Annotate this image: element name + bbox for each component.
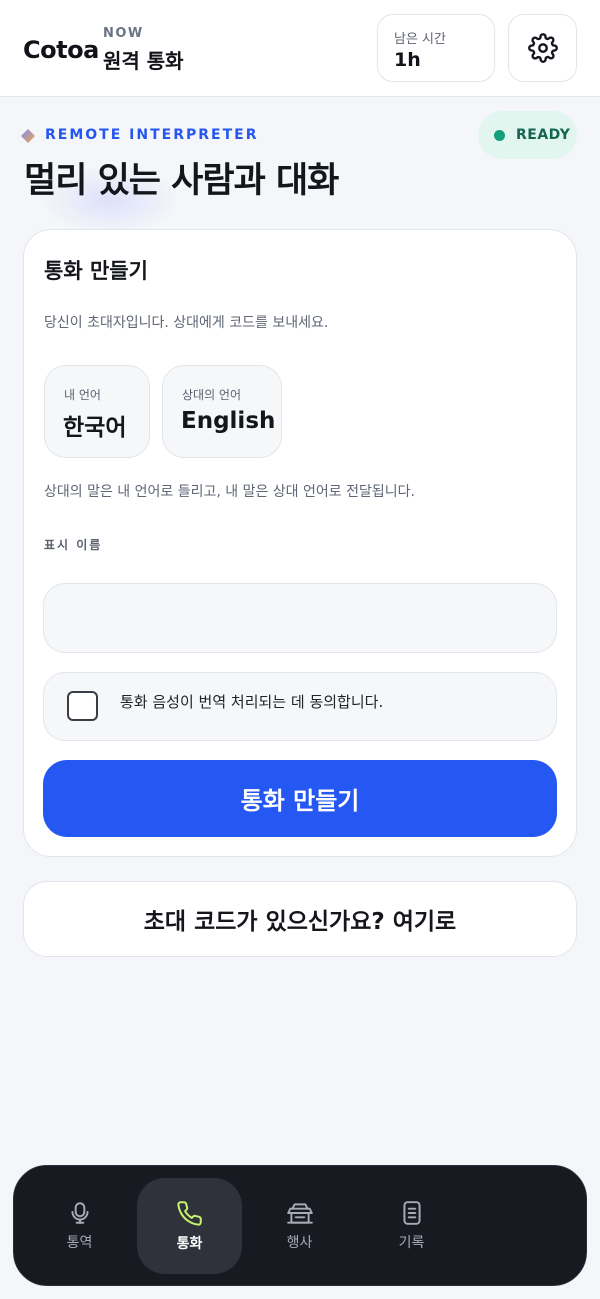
microphone-icon [70, 1202, 89, 1224]
podium-icon [286, 1203, 313, 1224]
brand-logo[interactable]: Cotoa [23, 36, 99, 64]
nav-item-event[interactable]: 행사 [247, 1178, 352, 1274]
status-text: READY [516, 127, 571, 143]
my-language-label: 내 언어 [64, 388, 101, 402]
card-description: 당신이 초대자입니다. 상대에게 코드를 보내세요. [44, 315, 329, 331]
nav-label-event: 행사 [286, 1235, 313, 1251]
nav-label-interpret: 통역 [66, 1235, 93, 1251]
display-name-input[interactable] [43, 583, 557, 653]
consent-checkbox[interactable] [67, 691, 98, 721]
join-with-code-button[interactable]: 초대 코드가 있으신가요? 여기로 [23, 881, 577, 957]
consent-text: 통화 음성이 번역 처리되는 데 동의합니다. [120, 693, 384, 711]
display-name-label: 표시 이름 [44, 538, 103, 552]
join-with-code-label: 초대 코드가 있으신가요? 여기로 [143, 909, 457, 935]
bottom-nav: 통역 통화 행사 기록 [13, 1165, 587, 1286]
diamond-icon [21, 129, 35, 143]
page-title: 원격 통화 [103, 49, 184, 73]
hero-title: 멀리 있는 사람과 대화 [24, 161, 339, 201]
remaining-time-label: 남은 시간 [394, 32, 446, 47]
remaining-time-box: 남은 시간 1h [377, 14, 495, 82]
app-root: Cotoa NOW 원격 통화 남은 시간 1h REMOTE INTERPRE… [0, 0, 600, 1299]
nav-label-history: 기록 [398, 1235, 425, 1251]
create-call-card: 통화 만들기 당신이 초대자입니다. 상대에게 코드를 보내세요. 내 언어 한… [23, 229, 577, 857]
my-language-selector[interactable]: 내 언어 한국어 [44, 365, 150, 458]
nav-item-history[interactable]: 기록 [359, 1178, 464, 1274]
my-language-value: 한국어 [63, 415, 127, 441]
consent-row[interactable]: 통화 음성이 번역 처리되는 데 동의합니다. [43, 672, 557, 741]
nav-item-interpret[interactable]: 통역 [27, 1178, 132, 1274]
nav-item-call[interactable]: 통화 [137, 1178, 242, 1274]
phone-icon [177, 1200, 202, 1226]
create-call-button[interactable]: 통화 만들기 [43, 760, 557, 837]
gear-icon [527, 33, 558, 63]
their-language-selector[interactable]: 상대의 언어 English [162, 365, 282, 458]
remaining-time-value: 1h [394, 49, 421, 71]
top-header: Cotoa NOW 원격 통화 남은 시간 1h [0, 0, 600, 97]
their-language-value: English [181, 408, 276, 434]
language-note: 상대의 말은 내 언어로 들리고, 내 말은 상대 언어로 전달됩니다. [44, 484, 415, 500]
now-label: NOW [103, 26, 144, 41]
nav-label-call: 통화 [176, 1235, 203, 1252]
card-title: 통화 만들기 [44, 259, 148, 283]
create-call-button-label: 통화 만들기 [240, 787, 360, 815]
their-language-label: 상대의 언어 [182, 388, 242, 402]
settings-button[interactable] [508, 14, 577, 82]
document-icon [402, 1201, 421, 1225]
status-dot-icon [494, 129, 505, 141]
eyebrow-label: REMOTE INTERPRETER [45, 127, 259, 143]
status-badge: READY [478, 111, 577, 159]
